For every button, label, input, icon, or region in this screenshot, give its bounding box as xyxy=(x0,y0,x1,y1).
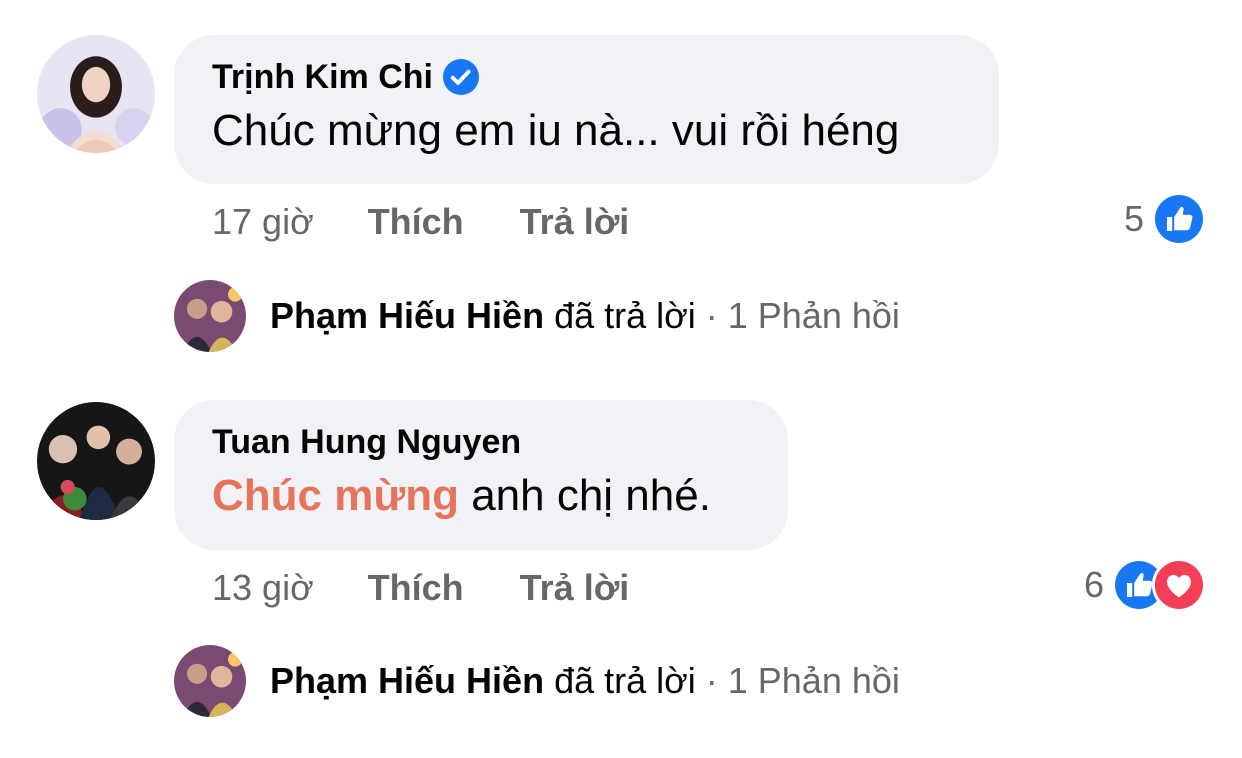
reply-button[interactable]: Trả lời xyxy=(520,200,630,244)
comment-text: Chúc mừng em iu nà... vui rồi héng xyxy=(212,103,961,159)
comment-author[interactable]: Trịnh Kim Chi xyxy=(212,57,961,97)
reaction-summary[interactable]: 6 xyxy=(1084,558,1206,612)
avatar[interactable] xyxy=(37,35,155,153)
reply-count: 1 Phản hồi xyxy=(727,295,900,336)
reaction-count: 5 xyxy=(1123,198,1144,239)
like-icon xyxy=(1152,192,1206,246)
reply-summary[interactable]: Phạm Hiếu Hiền đã trả lời · 1 Phản hồi xyxy=(174,280,900,352)
avatar xyxy=(174,645,246,717)
reaction-count: 6 xyxy=(1083,564,1104,605)
reply-separator: · xyxy=(695,295,728,336)
comment-actions: 17 giờ Thích Trả lời xyxy=(212,200,685,244)
comment-bubble: Tuan Hung Nguyen Chúc mừng anh chị nhé. xyxy=(174,400,788,550)
reply-count: 1 Phản hồi xyxy=(727,660,900,701)
reply-summary[interactable]: Phạm Hiếu Hiền đã trả lời · 1 Phản hồi xyxy=(174,645,900,717)
comment-text-body: anh chị nhé. xyxy=(458,471,711,520)
love-icon xyxy=(1152,558,1206,612)
like-button[interactable]: Thích xyxy=(368,200,464,244)
comment-text: Chúc mừng anh chị nhé. xyxy=(212,468,750,524)
avatar[interactable] xyxy=(37,402,155,520)
avatar xyxy=(174,280,246,352)
reply-separator: · xyxy=(695,660,728,701)
comment-text-highlight: Chúc mừng xyxy=(212,471,459,520)
comment-author[interactable]: Tuan Hung Nguyen xyxy=(212,422,750,462)
like-button[interactable]: Thích xyxy=(368,566,464,610)
comment-time[interactable]: 17 giờ xyxy=(212,200,314,244)
reply-author: Phạm Hiếu Hiền xyxy=(270,295,545,336)
comment-actions: 13 giờ Thích Trả lời xyxy=(212,566,685,610)
reply-summary-text: Phạm Hiếu Hiền đã trả lời · 1 Phản hồi xyxy=(270,294,900,338)
reply-button[interactable]: Trả lời xyxy=(520,566,630,610)
comment-text-body: Chúc mừng em iu nà... vui rồi héng xyxy=(212,106,900,155)
comment-bubble: Trịnh Kim Chi Chúc mừng em iu nà... vui … xyxy=(174,35,999,184)
author-name[interactable]: Trịnh Kim Chi xyxy=(212,57,433,97)
reply-action: đã trả lời xyxy=(544,295,696,336)
verified-badge-icon xyxy=(443,59,479,95)
reply-action: đã trả lời xyxy=(544,660,696,701)
author-name[interactable]: Tuan Hung Nguyen xyxy=(212,422,521,462)
reply-author: Phạm Hiếu Hiền xyxy=(270,660,545,701)
comment-time[interactable]: 13 giờ xyxy=(212,566,314,610)
reaction-summary[interactable]: 5 xyxy=(1124,192,1206,246)
reply-summary-text: Phạm Hiếu Hiền đã trả lời · 1 Phản hồi xyxy=(270,659,900,703)
